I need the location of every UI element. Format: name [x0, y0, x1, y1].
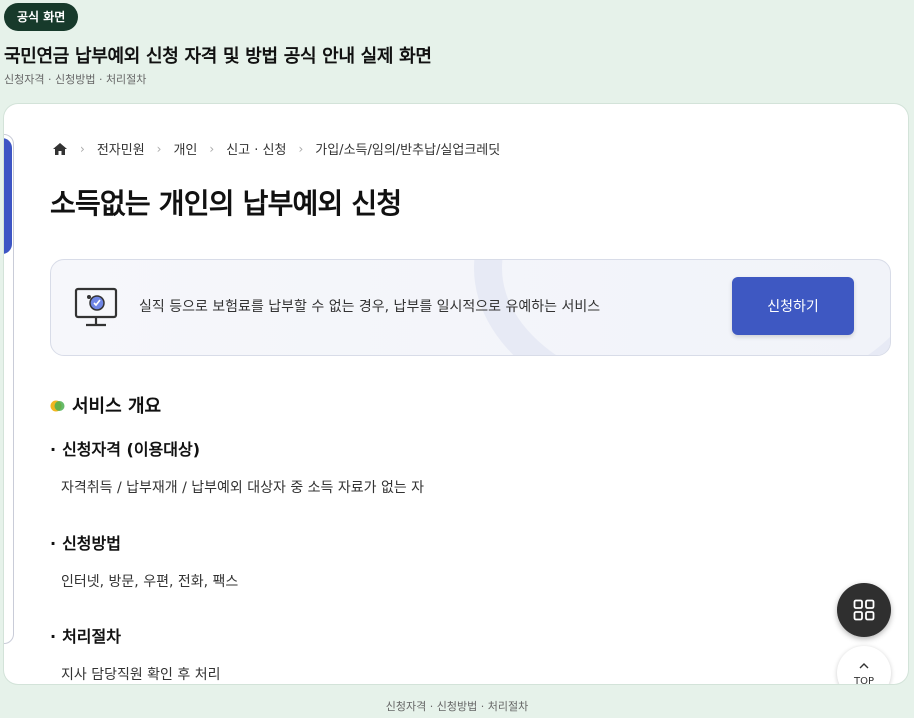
- eligibility-title-text: 신청자격 (이용대상): [62, 440, 201, 459]
- screenshot-card: › 전자민원 › 개인 › 신고 · 신청 › 가입/소득/임의/반추납/실업크…: [4, 104, 908, 684]
- official-screen-badge: 공식 화면: [4, 3, 79, 31]
- breadcrumb-item-individual[interactable]: 개인: [173, 139, 197, 158]
- menu-fab-button[interactable]: [837, 583, 891, 637]
- side-panel-accent: [4, 138, 12, 254]
- service-description: 실직 등으로 보험료를 납부할 수 없는 경우, 납부를 일시적으로 유예하는 …: [139, 299, 601, 315]
- service-overview-heading: 서비스 개요: [50, 392, 161, 418]
- breadcrumb-separator-icon: ›: [209, 141, 215, 156]
- eligibility-text: 자격취득 / 납부재개 / 납부예외 대상자 중 소득 자료가 없는 자: [61, 480, 425, 496]
- bullet: ·: [50, 440, 57, 459]
- breadcrumb-separator-icon: ›: [80, 141, 85, 156]
- page-subtitle: 신청자격 · 신청방법 · 처리절차: [4, 73, 147, 86]
- apply-button[interactable]: 신청하기: [732, 277, 854, 335]
- breadcrumb-separator-icon: ›: [156, 141, 162, 156]
- method-title: · 신청방법: [50, 530, 121, 554]
- method-title-text: 신청방법: [62, 534, 121, 553]
- procedure-text: 지사 담당직원 확인 후 처리: [61, 667, 221, 683]
- chevron-up-icon: [859, 663, 869, 669]
- page-title: 국민연금 납부예외 신청 자격 및 방법 공식 안내 실제 화면: [4, 46, 432, 67]
- grid-icon: [853, 599, 875, 621]
- home-icon[interactable]: [52, 141, 68, 157]
- breadcrumb-separator-icon: ›: [298, 141, 304, 156]
- service-summary-box: 실직 등으로 보험료를 납부할 수 없는 경우, 납부를 일시적으로 유예하는 …: [50, 259, 891, 356]
- section-heading: 서비스 개요: [72, 396, 162, 417]
- scroll-top-button[interactable]: TOP: [837, 646, 891, 684]
- footer-caption: 신청자격 · 신청방법 · 처리절차: [385, 700, 529, 713]
- monitor-icon: [73, 286, 119, 330]
- method-text: 인터넷, 방문, 우편, 전화, 팩스: [61, 574, 239, 590]
- scroll-top-label: TOP: [853, 676, 874, 684]
- procedure-title-text: 처리절차: [62, 627, 121, 646]
- breadcrumb-item-civil-service[interactable]: 전자민원: [97, 139, 145, 158]
- breadcrumb-item-current[interactable]: 가입/소득/임의/반추납/실업크레딧: [315, 139, 500, 158]
- procedure-title: · 처리절차: [50, 623, 121, 647]
- bullet: ·: [50, 534, 57, 553]
- breadcrumb: › 전자민원 › 개인 › 신고 · 신청 › 가입/소득/임의/반추납/실업크…: [52, 139, 500, 158]
- breadcrumb-item-report-apply[interactable]: 신고 · 신청: [226, 139, 286, 158]
- eligibility-title: · 신청자격 (이용대상): [50, 436, 200, 460]
- main-title: 소득없는 개인의 납부예외 신청: [50, 187, 402, 220]
- section-dot-icon: [50, 398, 65, 413]
- bullet: ·: [50, 627, 57, 646]
